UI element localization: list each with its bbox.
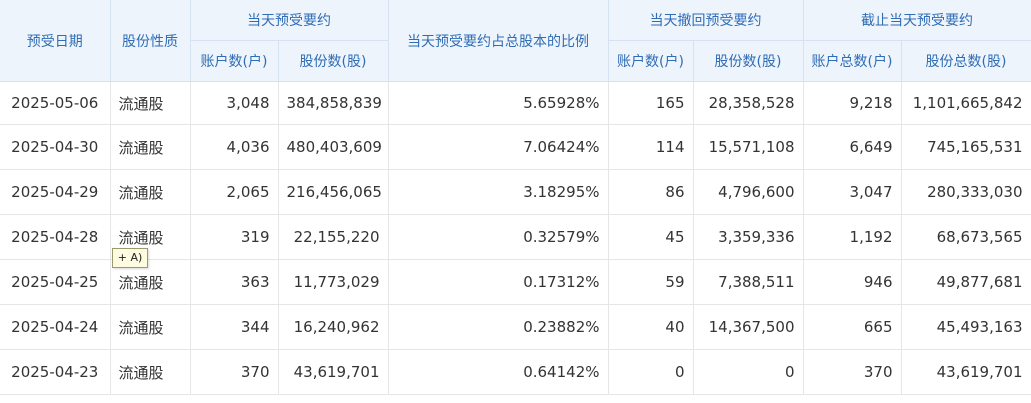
cell-total-accounts: 3,047 (803, 169, 902, 215)
cell-withdraw-shares: 0 (693, 349, 804, 395)
cell-total-accounts: 370 (803, 349, 902, 395)
cell-type: 流通股 (110, 349, 191, 395)
cell-shares: 384,858,839 (278, 81, 389, 125)
cell-date: 2025-04-25 (0, 259, 111, 305)
cell-ratio: 0.17312% (388, 259, 609, 305)
cell-accounts: 319 (190, 214, 279, 260)
col-header-shares[interactable]: 股份数(股) (278, 40, 389, 82)
cell-type: 流通股 (110, 81, 191, 125)
cell-withdraw-shares: 4,796,600 (693, 169, 804, 215)
cell-withdraw-accounts: 45 (608, 214, 694, 260)
tooltip: + A) (112, 248, 148, 268)
cell-withdraw-accounts: 0 (608, 349, 694, 395)
table-row: 2025-04-24 流通股 344 16,240,962 0.23882% 4… (0, 304, 1031, 350)
group-header-cumulative: 截止当天预受要约 (803, 0, 1031, 41)
table-row: 2025-04-28 流通股 319 22,155,220 0.32579% 4… (0, 214, 1031, 260)
cell-date: 2025-05-06 (0, 81, 111, 125)
cell-total-shares: 280,333,030 (901, 169, 1031, 215)
cell-total-shares: 45,493,163 (901, 304, 1031, 350)
table-header: 预受日期 股份性质 当天预受要约 当天预受要约占总股本的比例 当天撤回预受要约 … (0, 0, 1031, 82)
table-row: 2025-04-23 流通股 370 43,619,701 0.64142% 0… (0, 349, 1031, 395)
cell-total-accounts: 1,192 (803, 214, 902, 260)
col-header-total-shares[interactable]: 股份总数(股) (901, 40, 1031, 82)
cell-ratio: 3.18295% (388, 169, 609, 215)
cell-total-accounts: 9,218 (803, 81, 902, 125)
cell-shares: 11,773,029 (278, 259, 389, 305)
group-header-withdraw: 当天撤回预受要约 (608, 0, 804, 41)
table-row: 2025-05-06 流通股 3,048 384,858,839 5.65928… (0, 81, 1031, 125)
cell-accounts: 3,048 (190, 81, 279, 125)
cell-type: 流通股 (110, 169, 191, 215)
cell-withdraw-shares: 7,388,511 (693, 259, 804, 305)
cell-withdraw-accounts: 86 (608, 169, 694, 215)
cell-accounts: 2,065 (190, 169, 279, 215)
group-header-today: 当天预受要约 (190, 0, 389, 41)
cell-withdraw-accounts: 59 (608, 259, 694, 305)
cell-shares: 16,240,962 (278, 304, 389, 350)
cell-date: 2025-04-28 (0, 214, 111, 260)
cell-accounts: 363 (190, 259, 279, 305)
cell-ratio: 0.23882% (388, 304, 609, 350)
cell-ratio: 0.32579% (388, 214, 609, 260)
tender-offer-table: 预受日期 股份性质 当天预受要约 当天预受要约占总股本的比例 当天撤回预受要约 … (0, 0, 1031, 395)
cell-withdraw-accounts: 165 (608, 81, 694, 125)
cell-total-shares: 68,673,565 (901, 214, 1031, 260)
cell-date: 2025-04-23 (0, 349, 111, 395)
cell-withdraw-shares: 14,367,500 (693, 304, 804, 350)
cell-accounts: 4,036 (190, 124, 279, 170)
cell-total-shares: 1,101,665,842 (901, 81, 1031, 125)
cell-date: 2025-04-24 (0, 304, 111, 350)
cell-total-accounts: 946 (803, 259, 902, 305)
cell-total-shares: 43,619,701 (901, 349, 1031, 395)
cell-total-accounts: 6,649 (803, 124, 902, 170)
cell-total-accounts: 665 (803, 304, 902, 350)
table-row: 2025-04-30 流通股 4,036 480,403,609 7.06424… (0, 124, 1031, 170)
table-row: 2025-04-29 流通股 2,065 216,456,065 3.18295… (0, 169, 1031, 215)
cell-withdraw-accounts: 114 (608, 124, 694, 170)
cell-date: 2025-04-29 (0, 169, 111, 215)
cell-ratio: 7.06424% (388, 124, 609, 170)
cell-accounts: 370 (190, 349, 279, 395)
cell-withdraw-shares: 3,359,336 (693, 214, 804, 260)
cell-withdraw-shares: 15,571,108 (693, 124, 804, 170)
table-body: 2025-05-06 流通股 3,048 384,858,839 5.65928… (0, 81, 1031, 395)
cell-total-shares: 49,877,681 (901, 259, 1031, 305)
col-header-withdraw-accounts[interactable]: 账户数(户) (608, 40, 694, 82)
col-header-total-accounts[interactable]: 账户总数(户) (803, 40, 902, 82)
col-header-date[interactable]: 预受日期 (0, 0, 111, 82)
col-header-withdraw-shares[interactable]: 股份数(股) (693, 40, 804, 82)
cell-ratio: 0.64142% (388, 349, 609, 395)
cell-date: 2025-04-30 (0, 124, 111, 170)
col-header-accounts[interactable]: 账户数(户) (190, 40, 279, 82)
col-header-ratio[interactable]: 当天预受要约占总股本的比例 (388, 0, 609, 82)
cell-shares: 216,456,065 (278, 169, 389, 215)
cell-withdraw-shares: 28,358,528 (693, 81, 804, 125)
cell-total-shares: 745,165,531 (901, 124, 1031, 170)
cell-type: 流通股 (110, 304, 191, 350)
cell-withdraw-accounts: 40 (608, 304, 694, 350)
col-header-type[interactable]: 股份性质 (110, 0, 191, 82)
cell-shares: 43,619,701 (278, 349, 389, 395)
table-row: 2025-04-25 流通股 363 11,773,029 0.17312% 5… (0, 259, 1031, 305)
cell-type: 流通股 (110, 124, 191, 170)
cell-shares: 480,403,609 (278, 124, 389, 170)
cell-accounts: 344 (190, 304, 279, 350)
cell-shares: 22,155,220 (278, 214, 389, 260)
cell-ratio: 5.65928% (388, 81, 609, 125)
